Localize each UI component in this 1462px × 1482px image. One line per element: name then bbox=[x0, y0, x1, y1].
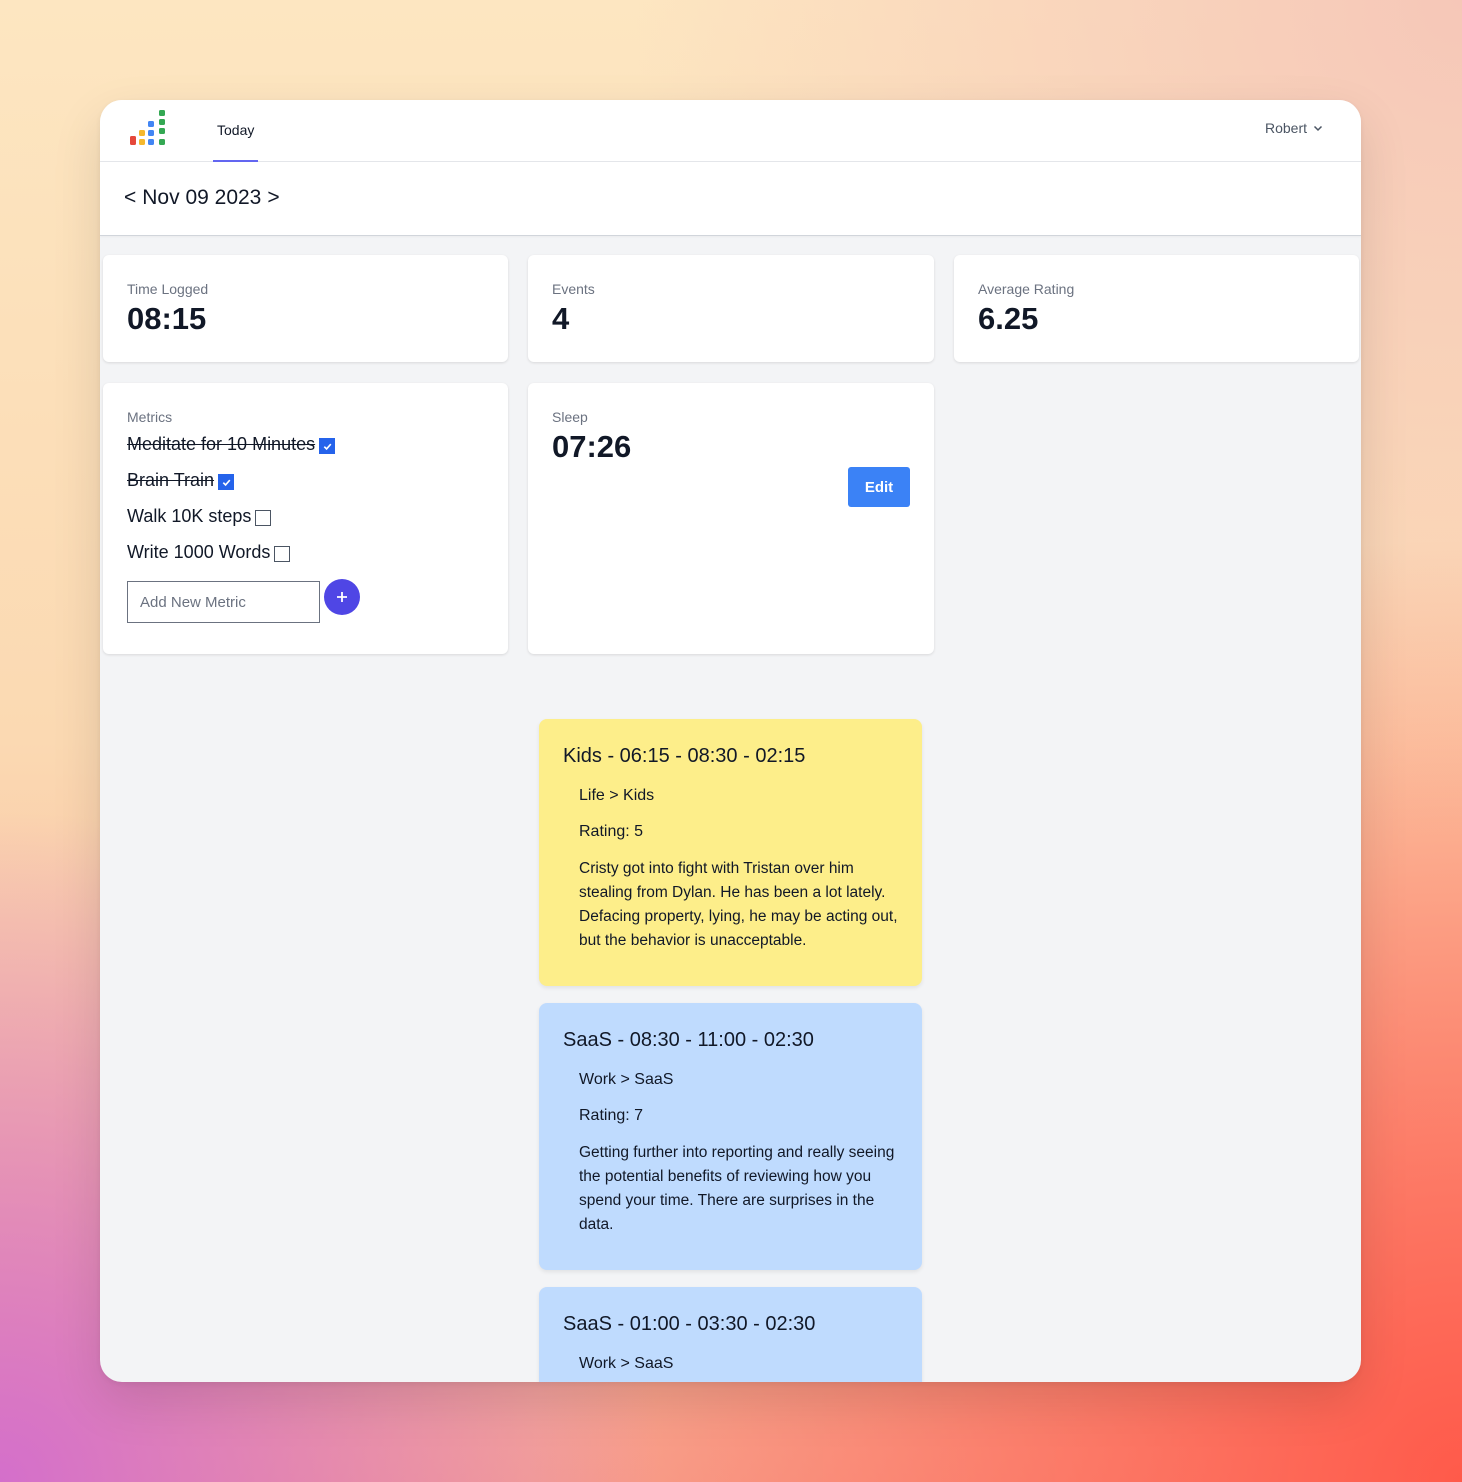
metric-item: Walk 10K steps bbox=[127, 506, 272, 527]
event-card[interactable]: SaaS - 08:30 - 11:00 - 02:30 Work > SaaS… bbox=[539, 1003, 922, 1270]
edit-sleep-button[interactable]: Edit bbox=[848, 467, 910, 507]
event-title: Kids - 06:15 - 08:30 - 02:15 bbox=[563, 745, 806, 767]
stat-value: 08:15 bbox=[127, 301, 207, 336]
user-menu[interactable]: Robert bbox=[1265, 120, 1323, 136]
metric-label: Meditate for 10 Minutes bbox=[127, 434, 316, 454]
metric-label: Brain Train bbox=[127, 470, 215, 490]
stat-card-events: Events 4 bbox=[528, 255, 934, 362]
metrics-card: Metrics Meditate for 10 Minutes Brain Tr… bbox=[103, 383, 508, 654]
app-window: Today Robert < Nov 09 2023 > Time Logged… bbox=[100, 100, 1361, 1382]
metric-item: Meditate for 10 Minutes bbox=[127, 434, 336, 455]
metric-item: Brain Train bbox=[127, 470, 235, 491]
current-date: Nov 09 2023 bbox=[142, 186, 262, 209]
next-day-button[interactable]: > bbox=[267, 186, 279, 210]
date-bar: < Nov 09 2023 > bbox=[100, 162, 1361, 236]
stat-card-time-logged: Time Logged 08:15 bbox=[103, 255, 508, 362]
stat-label: Time Logged bbox=[127, 281, 209, 297]
sleep-card: Sleep 07:26 Edit bbox=[528, 383, 934, 654]
tab-today[interactable]: Today bbox=[213, 100, 259, 162]
app-logo-icon[interactable] bbox=[128, 109, 168, 149]
add-metric-button[interactable] bbox=[324, 579, 360, 615]
metric-checkbox[interactable] bbox=[319, 438, 336, 454]
top-navigation: Today Robert bbox=[100, 100, 1361, 162]
event-category: Work > SaaS bbox=[579, 1355, 674, 1372]
event-description: Getting further into reporting and reall… bbox=[579, 1144, 895, 1233]
stat-card-average-rating: Average Rating 6.25 bbox=[954, 255, 1359, 362]
metrics-title: Metrics bbox=[127, 409, 173, 425]
event-rating: Rating: 7 bbox=[579, 1107, 644, 1124]
new-metric-input[interactable] bbox=[127, 581, 320, 623]
metric-label: Walk 10K steps bbox=[127, 506, 252, 526]
metric-label: Write 1000 Words bbox=[127, 542, 271, 562]
sleep-label: Sleep bbox=[552, 409, 588, 425]
chevron-down-icon bbox=[1313, 125, 1323, 132]
event-description: Cristy got into fight with Tristan over … bbox=[579, 860, 898, 949]
event-card[interactable]: Kids - 06:15 - 08:30 - 02:15 Life > Kids… bbox=[539, 719, 922, 986]
stat-value: 4 bbox=[552, 301, 570, 336]
stat-label: Average Rating bbox=[978, 281, 1075, 297]
event-title: SaaS - 01:00 - 03:30 - 02:30 bbox=[563, 1313, 816, 1335]
sleep-value: 07:26 bbox=[552, 429, 632, 464]
event-title: SaaS - 08:30 - 11:00 - 02:30 bbox=[563, 1029, 814, 1051]
event-category: Work > SaaS bbox=[579, 1071, 674, 1088]
event-category: Life > Kids bbox=[579, 787, 655, 804]
stat-value: 6.25 bbox=[978, 301, 1039, 336]
plus-icon bbox=[337, 592, 347, 602]
user-name: Robert bbox=[1264, 120, 1307, 136]
event-card[interactable]: SaaS - 01:00 - 03:30 - 02:30 Work > SaaS bbox=[539, 1287, 922, 1382]
previous-day-button[interactable]: < bbox=[124, 186, 136, 210]
stat-label: Events bbox=[552, 281, 595, 297]
checkmark-icon bbox=[323, 443, 332, 450]
date-navigation: < Nov 09 2023 > bbox=[124, 186, 280, 210]
metric-checkbox[interactable] bbox=[218, 474, 235, 490]
checkmark-icon bbox=[222, 479, 230, 486]
metric-checkbox[interactable] bbox=[255, 510, 272, 526]
metric-checkbox[interactable] bbox=[274, 546, 291, 562]
metric-item: Write 1000 Words bbox=[127, 542, 291, 563]
event-rating: Rating: 5 bbox=[579, 823, 644, 840]
